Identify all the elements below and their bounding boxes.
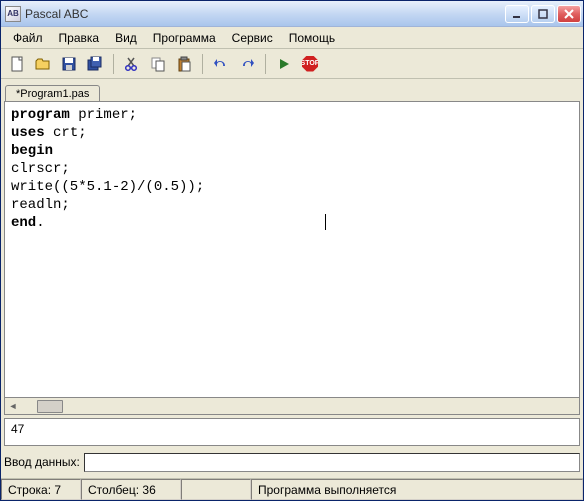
menu-edit[interactable]: Правка: [51, 29, 108, 47]
menubar: Файл Правка Вид Программа Сервис Помощь: [1, 27, 583, 49]
text-cursor: [325, 214, 326, 230]
close-button[interactable]: [557, 5, 581, 23]
new-file-icon[interactable]: [5, 52, 29, 76]
minimize-button[interactable]: [505, 5, 529, 23]
keyword: end: [11, 215, 36, 231]
statusbar: Строка: 7 Столбец: 36 Программа выполняе…: [1, 478, 583, 500]
undo-icon[interactable]: [209, 52, 233, 76]
code-text: primer;: [70, 107, 137, 123]
app-icon: AB: [5, 6, 21, 22]
code-text: write((5*5.1-2)/(0.5));: [11, 179, 204, 195]
redo-icon[interactable]: [235, 52, 259, 76]
menu-file[interactable]: Файл: [5, 29, 51, 47]
toolbar: STOP: [1, 49, 583, 79]
open-file-icon[interactable]: [31, 52, 55, 76]
status-line: Строка: 7: [1, 479, 81, 500]
copy-icon[interactable]: [146, 52, 170, 76]
tab-strip: *Program1.pas: [1, 79, 583, 101]
output-panel: 47: [4, 418, 580, 446]
save-all-icon[interactable]: [83, 52, 107, 76]
run-icon[interactable]: [272, 52, 296, 76]
titlebar: AB Pascal ABC: [1, 1, 583, 27]
code-text: clrscr;: [11, 161, 70, 177]
keyword: begin: [11, 143, 53, 159]
input-row: Ввод данных:: [4, 450, 580, 474]
code-text: crt;: [45, 125, 87, 141]
menu-view[interactable]: Вид: [107, 29, 145, 47]
window-title: Pascal ABC: [25, 7, 505, 21]
window-buttons: [505, 5, 581, 23]
menu-program[interactable]: Программа: [145, 29, 224, 47]
tab-program1[interactable]: *Program1.pas: [5, 85, 100, 102]
scroll-left-icon[interactable]: ◄: [5, 399, 21, 414]
menu-help[interactable]: Помощь: [281, 29, 343, 47]
toolbar-separator: [202, 54, 203, 74]
menu-service[interactable]: Сервис: [224, 29, 281, 47]
scroll-thumb[interactable]: [37, 400, 63, 413]
code-text: .: [36, 215, 44, 231]
input-label: Ввод данных:: [4, 455, 80, 469]
cut-icon[interactable]: [120, 52, 144, 76]
status-message: Программа выполняется: [251, 479, 583, 500]
app-window: AB Pascal ABC Файл Правка Вид Программа …: [0, 0, 584, 501]
code-editor[interactable]: program primer; uses crt; begin clrscr; …: [4, 101, 580, 398]
paste-icon[interactable]: [172, 52, 196, 76]
code-text: readln;: [11, 197, 70, 213]
status-empty: [181, 479, 251, 500]
input-field[interactable]: [84, 453, 580, 472]
status-column: Столбец: 36: [81, 479, 181, 500]
toolbar-separator: [265, 54, 266, 74]
keyword: program: [11, 107, 70, 123]
keyword: uses: [11, 125, 45, 141]
stop-icon[interactable]: STOP: [298, 52, 322, 76]
toolbar-separator: [113, 54, 114, 74]
maximize-button[interactable]: [531, 5, 555, 23]
save-icon[interactable]: [57, 52, 81, 76]
horizontal-scrollbar[interactable]: ◄: [4, 398, 580, 415]
